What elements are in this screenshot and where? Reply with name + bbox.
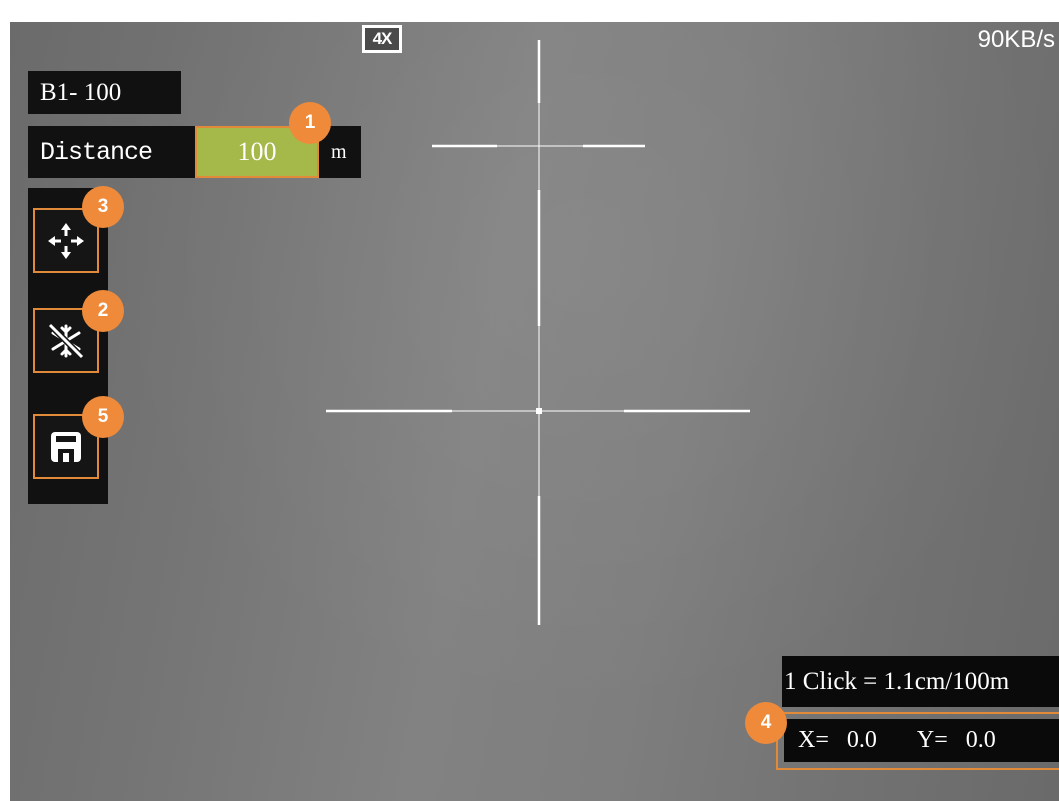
y-offset-value: 0.0 <box>965 727 996 753</box>
data-rate: 90KB/s <box>977 26 1055 53</box>
distance-unit: m <box>331 140 347 163</box>
snowflake-slash-icon <box>47 322 85 359</box>
callout-badge-3: 3 <box>82 186 124 228</box>
click-value-label: 1 Click = 1.1cm/100m <box>782 656 1059 707</box>
floppy-disk-icon <box>51 431 81 462</box>
reticle-center-dot <box>536 408 542 414</box>
callout-badge-5: 5 <box>82 396 124 438</box>
x-offset: X= 0.0 <box>798 727 877 754</box>
y-offset-label: Y= <box>916 727 948 753</box>
callout-badge-1: 1 <box>289 102 331 144</box>
y-offset: Y= 0.0 <box>917 727 996 754</box>
profile-label[interactable]: B1- 100 <box>28 71 181 114</box>
x-offset-value: 0.0 <box>846 727 877 753</box>
x-offset-label: X= <box>798 727 829 753</box>
move-arrows-icon <box>48 222 84 259</box>
distance-label: Distance <box>40 137 153 167</box>
offset-readout: X= 0.0 Y= 0.0 <box>784 719 1059 762</box>
tool-sidebar <box>28 188 108 504</box>
zoom-badge[interactable]: 4X <box>362 25 402 53</box>
offset-panel[interactable]: X= 0.0 Y= 0.0 <box>776 712 1059 770</box>
callout-badge-4: 4 <box>745 702 787 744</box>
callout-badge-2: 2 <box>82 290 124 332</box>
